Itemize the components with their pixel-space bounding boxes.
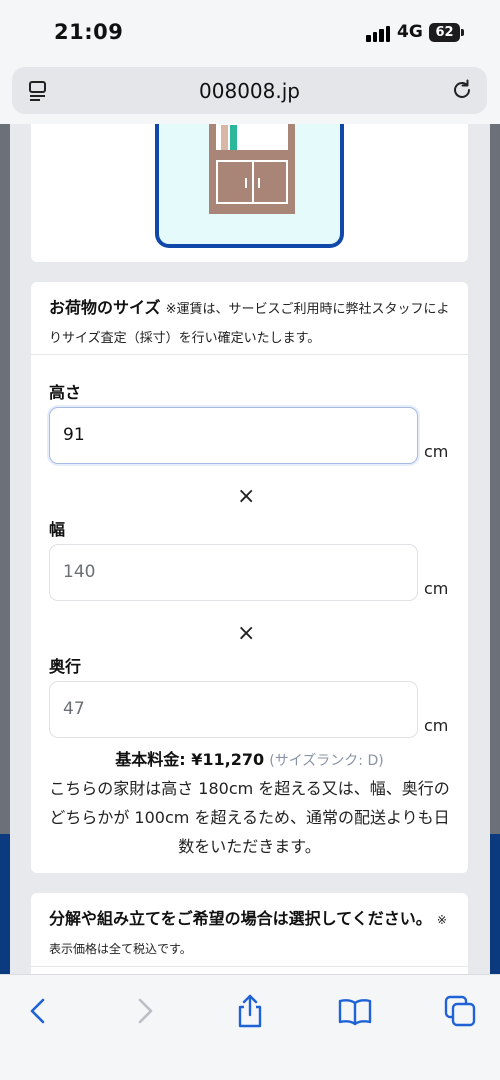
tabs-icon[interactable] — [442, 993, 478, 1029]
assembly-title: 分解や組み立てをご希望の場合は選択してください。 — [49, 909, 432, 928]
base-price: 基本料金: ¥11,270 (サイズランク: D) — [31, 746, 468, 770]
footer-band-right — [490, 834, 500, 974]
width-input[interactable]: 140 — [49, 544, 418, 601]
size-card-header: お荷物のサイズ ※運賃は、サービスご利用時に弊社スタッフによりサイズ査定（採寸）… — [31, 282, 468, 355]
width-label: 幅 — [49, 520, 66, 539]
depth-label: 奥行 — [49, 657, 82, 676]
network-label: 4G — [397, 22, 423, 42]
footer-band-left — [0, 834, 10, 974]
height-unit: cm — [424, 442, 449, 461]
back-icon[interactable] — [20, 993, 56, 1029]
delivery-notice: こちらの家財は高さ 180cm を超える又は、幅、奥行のどちらかが 100cm … — [49, 779, 450, 856]
address-bar[interactable]: 008008.jp — [12, 67, 487, 114]
browser-toolbar — [0, 974, 500, 1080]
assembly-option-card: 分解や組み立てをご希望の場合は選択してください。 ※表示価格は全て税込です。 — [31, 893, 468, 974]
cabinet-handle — [245, 178, 247, 188]
width-unit: cm — [424, 579, 449, 598]
bookmarks-icon[interactable] — [337, 993, 373, 1029]
height-label: 高さ — [49, 383, 82, 402]
multiply-sign: × — [237, 484, 256, 509]
cabinet-handle — [258, 178, 260, 188]
cabinet-door-divider — [252, 162, 254, 202]
cabinet-book — [221, 125, 228, 150]
size-rank: (サイズランク: D) — [269, 753, 384, 769]
furniture-image-card — [31, 124, 468, 262]
depth-unit: cm — [424, 716, 449, 735]
url-text[interactable]: 008008.jp — [12, 79, 487, 103]
size-title: お荷物のサイズ — [49, 298, 161, 317]
assembly-divider — [31, 966, 468, 967]
share-icon[interactable] — [232, 993, 268, 1029]
multiply-sign: × — [237, 621, 256, 646]
signal-icon — [366, 24, 392, 42]
status-bar: 21:09 4G 62 — [0, 0, 500, 64]
status-time: 21:09 — [54, 20, 124, 44]
reload-icon[interactable] — [451, 79, 473, 101]
forward-icon[interactable] — [127, 993, 163, 1029]
selected-furniture-frame[interactable] — [155, 124, 344, 248]
luggage-size-card: お荷物のサイズ ※運賃は、サービスご利用時に弊社スタッフによりサイズ査定（採寸）… — [31, 282, 468, 873]
cabinet-illustration — [209, 124, 295, 214]
cabinet-doors — [216, 160, 288, 204]
base-price-value: 基本料金: ¥11,270 — [115, 750, 265, 769]
height-input[interactable]: 91 — [49, 407, 418, 464]
battery-tip — [461, 29, 464, 36]
cabinet-book — [230, 125, 237, 150]
page-content[interactable]: お荷物のサイズ ※運賃は、サービスご利用時に弊社スタッフによりサイズ査定（採寸）… — [0, 124, 500, 974]
assembly-header: 分解や組み立てをご希望の場合は選択してください。 ※表示価格は全て税込です。 — [31, 893, 468, 974]
browser-address-area: 008008.jp — [0, 64, 500, 124]
battery-icon: 62 — [429, 23, 460, 42]
depth-input[interactable]: 47 — [49, 681, 418, 738]
